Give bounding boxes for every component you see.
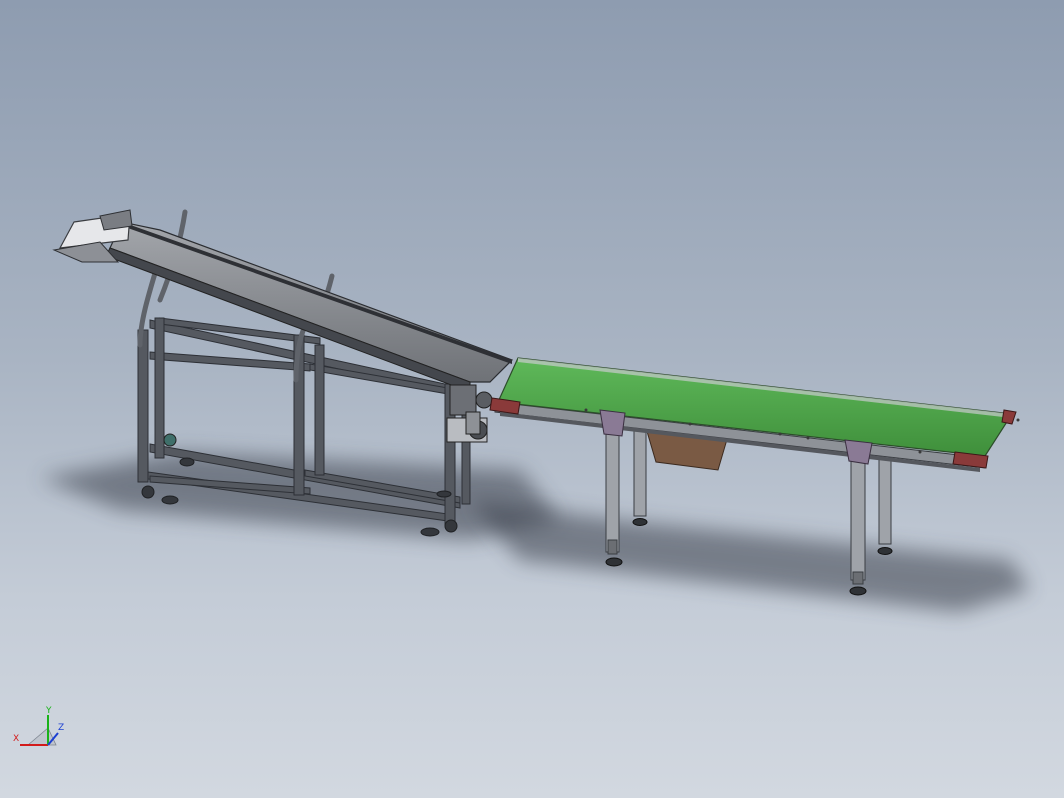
- triad-base-icon: [26, 727, 57, 746]
- z-axis-label: Z: [58, 723, 64, 733]
- inclined-conveyor-small-motor: [163, 433, 177, 447]
- axis-triad[interactable]: X Y Z: [13, 706, 64, 746]
- x-axis-label: X: [13, 734, 19, 744]
- inclined-conveyor-drive: [446, 384, 493, 443]
- cad-viewport[interactable]: X Y Z: [0, 0, 1064, 798]
- y-axis-label: Y: [45, 706, 52, 716]
